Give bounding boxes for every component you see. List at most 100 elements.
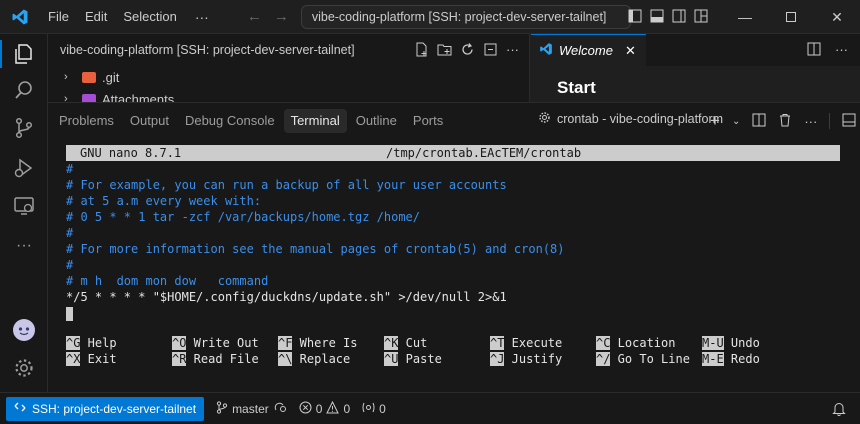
tree-item-git[interactable]: › .git	[48, 66, 529, 88]
shortcut-label: Execute	[504, 336, 563, 350]
problems-indicator[interactable]: 0 0	[299, 400, 350, 417]
nano-file-path: /tmp/crontab.EAcTEM/crontab	[386, 146, 582, 160]
activity-bar: ···	[0, 34, 48, 392]
kill-terminal-icon[interactable]	[778, 113, 792, 130]
terminal-selector[interactable]: crontab - vibe-coding-platform	[538, 111, 723, 127]
editor-more-icon[interactable]: ···	[835, 42, 848, 59]
nano-shortcut: ^C Location	[596, 335, 675, 351]
chevron-right-icon: ›	[64, 71, 68, 83]
menu-edit[interactable]: Edit	[77, 0, 115, 34]
terminal-line: # m h dom mon dow command	[66, 274, 269, 288]
terminal-line: #	[66, 162, 74, 176]
shortcut-label: Replace	[292, 352, 351, 366]
more-actions-icon[interactable]: ···	[506, 42, 519, 60]
shortcut-label: Undo	[723, 336, 760, 350]
menu-file[interactable]: File	[40, 0, 77, 34]
shortcut-key: ^U	[384, 352, 399, 366]
back-arrow-icon[interactable]: ←	[247, 8, 262, 25]
sync-icon[interactable]	[273, 401, 287, 416]
terminal-line: # For example, you can run a backup of a…	[66, 178, 507, 192]
folder-git-icon	[82, 71, 96, 83]
split-editor-icon[interactable]	[807, 42, 821, 59]
terminal-output[interactable]: GNU nano 8.7.1/tmp/crontab.EAcTEM/cronta…	[66, 145, 840, 366]
source-control-icon[interactable]	[12, 116, 36, 140]
customize-layout-icon[interactable]	[694, 9, 708, 26]
nano-shortcuts: ^G Help ^O Write Out ^F Where Is ^K Cut ^T E…	[66, 335, 840, 367]
remote-icon	[14, 401, 26, 416]
terminal-line: # 0 5 * * 1 tar -zcf /var/backups/home.t…	[66, 210, 421, 224]
account-avatar-icon[interactable]	[12, 318, 36, 342]
more-views-icon[interactable]: ···	[12, 234, 36, 258]
explorer-icon[interactable]	[12, 42, 36, 66]
command-center[interactable]: vibe-coding-platform [SSH: project-dev-s…	[300, 4, 631, 29]
shortcut-key: ^\	[278, 352, 293, 366]
branch-icon	[216, 400, 228, 417]
gear-icon	[538, 111, 551, 127]
title-bar: File Edit Selection ··· ← → vibe-coding-…	[0, 0, 860, 34]
nano-shortcut: ^\ Replace	[278, 351, 350, 367]
maximize-icon[interactable]	[768, 0, 814, 34]
warning-icon	[326, 400, 340, 417]
run-debug-icon[interactable]	[12, 156, 36, 180]
close-window-icon[interactable]: ✕	[814, 0, 860, 34]
tab-welcome[interactable]: Welcome ✕	[531, 34, 646, 66]
tab-label: Welcome	[559, 43, 613, 58]
minimize-icon[interactable]: —	[722, 0, 768, 34]
new-file-icon[interactable]	[414, 42, 429, 60]
tree-item-attachments[interactable]: › Attachments	[48, 88, 529, 102]
layout-sidebar-icon[interactable]	[628, 9, 642, 26]
chevron-down-icon[interactable]: ⌄	[732, 116, 740, 127]
shortcut-key: M-U	[702, 336, 724, 350]
settings-gear-icon[interactable]	[12, 356, 36, 380]
vscode-tab-icon	[539, 42, 553, 59]
text-cursor	[66, 306, 73, 321]
tab-terminal[interactable]: Terminal	[283, 109, 347, 133]
ports-indicator[interactable]: 0	[362, 401, 386, 417]
ports-count: 0	[379, 401, 386, 416]
refresh-icon[interactable]	[460, 42, 475, 60]
nano-shortcut: ^O Write Out	[172, 335, 259, 351]
nano-shortcut: ^K Cut	[384, 335, 427, 351]
shortcut-label: Go To Line	[610, 352, 690, 366]
tab-debug-console[interactable]: Debug Console	[178, 109, 282, 133]
explorer-sidebar: vibe-coding-platform [SSH: project-dev-s…	[48, 34, 530, 102]
new-terminal-icon[interactable]: +	[710, 111, 720, 131]
tab-problems[interactable]: Problems	[52, 109, 121, 133]
maximize-panel-icon[interactable]	[842, 113, 856, 130]
nano-shortcut: ^G Help	[66, 335, 117, 351]
divider	[829, 113, 831, 129]
tab-output[interactable]: Output	[123, 109, 176, 133]
new-folder-icon[interactable]	[437, 42, 452, 60]
forward-arrow-icon[interactable]: →	[274, 8, 289, 25]
shortcut-label: Paste	[398, 352, 442, 366]
active-indicator	[0, 40, 2, 68]
panel-more-icon[interactable]: ···	[804, 114, 817, 129]
remote-indicator[interactable]: SSH: project-dev-server-tailnet	[6, 396, 205, 421]
close-tab-icon[interactable]: ✕	[625, 43, 636, 59]
branch-indicator[interactable]: master	[216, 400, 287, 417]
tab-outline[interactable]: Outline	[349, 109, 404, 133]
shortcut-label: Cut	[398, 336, 428, 350]
tab-ports[interactable]: Ports	[406, 109, 450, 133]
search-icon[interactable]	[12, 78, 36, 102]
split-terminal-icon[interactable]	[752, 113, 766, 130]
shortcut-label: Help	[80, 336, 117, 350]
shortcut-label: Redo	[723, 352, 760, 366]
layout-panel-icon[interactable]	[650, 9, 664, 26]
layout-secondary-sidebar-icon[interactable]	[672, 9, 686, 26]
error-count: 0	[315, 401, 323, 416]
nano-shortcut: ^F Where Is	[278, 335, 357, 351]
menu-more-icon[interactable]: ···	[185, 9, 219, 25]
vscode-logo-icon	[0, 0, 40, 34]
shortcut-key: ^J	[490, 352, 505, 366]
nano-shortcut: ^T Execute	[490, 335, 562, 351]
nano-shortcut: ^R Read File	[172, 351, 259, 367]
notifications-bell-icon[interactable]	[832, 401, 846, 419]
shortcut-key: ^/	[596, 352, 611, 366]
shortcut-key: ^K	[384, 336, 399, 350]
menu-selection[interactable]: Selection	[115, 0, 184, 34]
remote-explorer-icon[interactable]	[12, 194, 36, 218]
collapse-all-icon[interactable]	[483, 42, 498, 60]
nano-shortcut: ^U Paste	[384, 351, 442, 367]
nano-shortcut: ^/ Go To Line	[596, 351, 690, 367]
